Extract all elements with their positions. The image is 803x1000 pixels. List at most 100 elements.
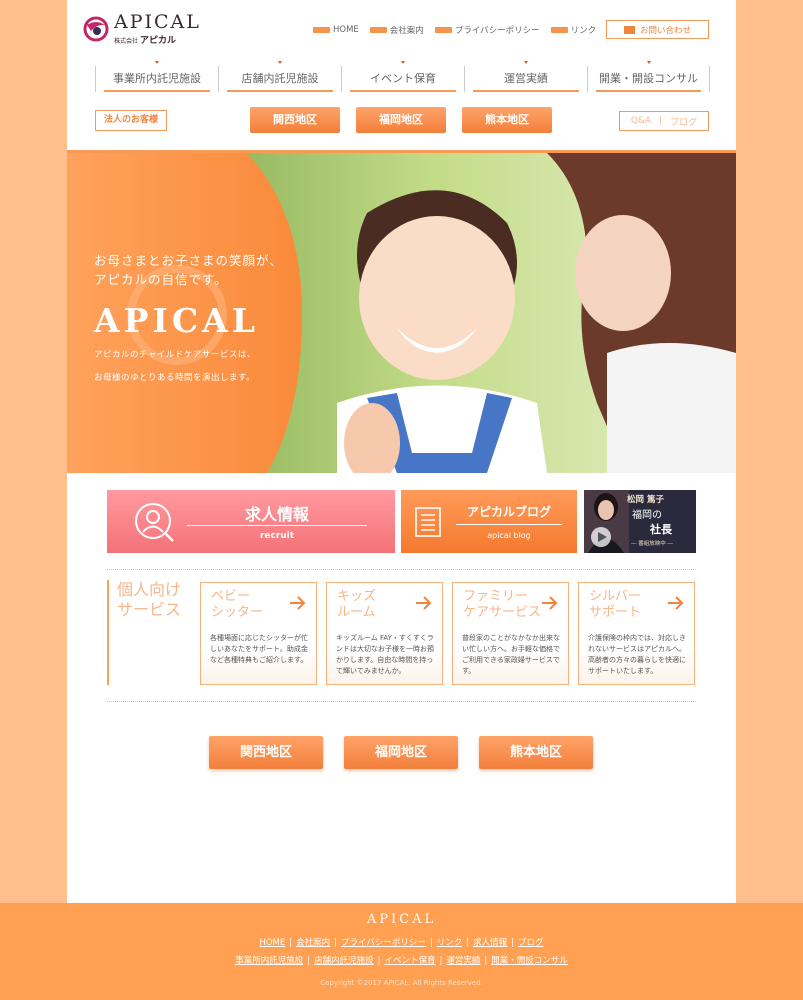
service-card-kids-room[interactable]: キッズ ルーム キッズルーム FAY・すくすくランドは大切なお子様を一時お預かり… [326, 582, 443, 685]
document-icon [415, 507, 441, 537]
footer-link-results[interactable]: 運営実績 [446, 956, 480, 966]
top-nav-label: 会社案内 [389, 26, 424, 36]
footer-link-blog[interactable]: ブログ [518, 938, 544, 948]
footer-link-consulting[interactable]: 開業・開設コンサル [491, 956, 568, 966]
arrow-right-icon [542, 596, 558, 610]
separator: | [466, 938, 470, 948]
top-nav-links[interactable]: リンク [550, 24, 596, 36]
separator: | [289, 938, 293, 948]
logo-mark-icon [83, 16, 109, 42]
separator: | [307, 956, 311, 966]
footer-link-company[interactable]: 会社案内 [296, 938, 330, 948]
blog-link[interactable]: ブログ [670, 115, 697, 128]
arrow-right-icon [290, 596, 306, 610]
presenter-name: 松岡 篤子 [627, 495, 664, 505]
qa-link[interactable]: Q&A [631, 116, 651, 126]
service-card-title: ベビー シッター [211, 589, 264, 620]
separator: | [511, 938, 515, 948]
service-card-body: キッズルーム FAY・すくすくランドは大切なお子様を一時お預かりします。自由な時… [336, 634, 434, 675]
separator: | [429, 938, 433, 948]
logo-subtitle: 株式会社 アピカル [114, 33, 176, 46]
tv-program-banner[interactable]: 松岡 篤子 福岡の 社長 ― 番組放映中 ― [584, 490, 696, 553]
hero-description-2: お母様のゆとりある時間を演出します。 [94, 373, 256, 383]
footer-link-office-daycare[interactable]: 事業所内託児施設 [235, 956, 303, 966]
main-nav-item-consulting[interactable]: 開業・開設コンサル [587, 61, 710, 92]
main-nav-label: 店舗内託児施設 [241, 72, 319, 85]
separator: | [377, 956, 381, 966]
top-nav-privacy[interactable]: プライバシーポリシー [434, 24, 540, 36]
footer-link-links[interactable]: リンク [437, 938, 463, 948]
dotted-divider [107, 701, 696, 702]
main-nav-label: 開業・開設コンサル [599, 72, 698, 85]
logo-sub-name: アピカル [139, 36, 176, 46]
separator: | [334, 938, 338, 948]
region-button-kumamoto[interactable]: 熊本地区 [462, 107, 552, 133]
copyright: Copyright ©2017 APICAL. All Rights Reser… [320, 979, 483, 987]
nav-marker-icon [434, 27, 452, 33]
footer-link-home[interactable]: HOME [259, 938, 285, 948]
footer-links-row-1: HOME | 会社案内 | プライバシーポリシー | リンク | 求人情報 | ブログ [0, 936, 803, 948]
mail-icon [623, 25, 635, 34]
nav-arrow-icon [278, 61, 282, 64]
arrow-right-icon [668, 596, 684, 610]
service-card-body: 介護保険の枠内では、対応しきれないサービスはアピカルへ。高齢者の方々の暮らしを快… [588, 634, 686, 675]
service-card-silver-support[interactable]: シルバー サポート 介護保険の枠内では、対応しきれないサービスはアピカルへ。高齢… [578, 582, 695, 685]
arrow-right-icon [416, 596, 432, 610]
region-button-kansai-large[interactable]: 関西地区 [209, 736, 323, 769]
main-nav-item-results[interactable]: 運営実績 [464, 61, 587, 92]
top-nav-home[interactable]: HOME [313, 24, 359, 36]
main-nav-item-store-daycare[interactable]: 店舗内託児施設 [218, 61, 341, 92]
service-card-title: ファミリー ケアサービス [463, 589, 542, 620]
blog-divider [456, 524, 562, 525]
service-card-title: キッズ ルーム [337, 589, 377, 620]
top-nav-company[interactable]: 会社案内 [369, 24, 424, 36]
footer-link-store-daycare[interactable]: 店舗内託児施設 [314, 956, 374, 966]
nav-marker-icon [369, 27, 387, 33]
top-nav-label: HOME [333, 25, 359, 35]
footer-links-row-2: 事業所内託児施設 | 店舗内託児施設 | イベント保育 | 運営実績 | 開業・開設コンサル [0, 954, 803, 966]
logo-brand: APICAL [114, 11, 201, 33]
corporate-button[interactable]: 法人のお客様 [95, 110, 167, 131]
recruit-title: 求人情報 [244, 505, 309, 524]
contact-button[interactable]: お問い合わせ [606, 20, 709, 39]
recruit-subtitle: recruit [259, 531, 295, 541]
recruit-divider [187, 525, 367, 526]
nav-arrow-icon [155, 61, 159, 64]
region-button-kumamoto-large[interactable]: 熊本地区 [479, 736, 593, 769]
hero-description-1: アピカルのチャイルドケアサービスは、 [94, 350, 256, 360]
service-card-family-care[interactable]: ファミリー ケアサービス 普段家のことがなかなか出来ない忙しい方へ。お手軽な価格… [452, 582, 569, 685]
logo[interactable]: APICAL 株式会社 アピカル [83, 11, 203, 46]
hero-banner: お母さまとお子さまの笑顔が、 アピカルの自信です。 APICAL アピカルのチャ… [67, 153, 736, 473]
logo-sub-prefix: 株式会社 [114, 38, 139, 45]
recruit-person-icon [135, 503, 174, 542]
blog-title: アピカルブログ [466, 505, 551, 519]
footer-link-event-care[interactable]: イベント保育 [384, 956, 435, 966]
region-button-fukuoka-large[interactable]: 福岡地区 [344, 736, 458, 769]
qa-blog-links: Q&A | ブログ [619, 111, 709, 131]
dotted-divider [107, 569, 696, 570]
services-heading-line-1: 個人向け [117, 580, 182, 599]
page-container: APICAL 株式会社 アピカル HOME 会社案内 プライバシーポリシー リン… [67, 0, 736, 903]
hero-text: お母さまとお子さまの笑顔が、 アピカルの自信です。 APICAL アピカルのチャ… [94, 251, 283, 386]
recruit-banner[interactable]: 求人情報 recruit [107, 490, 395, 553]
main-nav-item-event-care[interactable]: イベント保育 [341, 61, 464, 92]
separator: | [659, 116, 663, 126]
nav-arrow-icon [646, 61, 651, 64]
separator: | [484, 956, 488, 966]
service-card-title: シルバー サポート [589, 589, 642, 620]
footer-link-recruit[interactable]: 求人情報 [473, 938, 507, 948]
separator: | [439, 956, 443, 966]
main-nav-label: 運営実績 [504, 72, 548, 85]
main-nav-item-office-daycare[interactable]: 事業所内託児施設 [95, 61, 218, 92]
region-button-kansai[interactable]: 関西地区 [250, 107, 340, 133]
service-card-babysitter[interactable]: ベビー シッター 各種場面に応じたシッターが忙しいあなたをサポート。助成金など各… [200, 582, 317, 685]
personal-services-heading: 個人向け サービス [107, 580, 193, 685]
blog-banner[interactable]: アピカルブログ apical blog [401, 490, 577, 553]
nav-marker-icon [313, 27, 330, 33]
blog-subtitle: apical blog [487, 531, 531, 540]
region-button-fukuoka[interactable]: 福岡地区 [356, 107, 446, 133]
footer-link-privacy[interactable]: プライバシーポリシー [341, 938, 426, 948]
nav-arrow-icon [524, 61, 528, 64]
main-nav: 事業所内託児施設 店舗内託児施設 イベント保育 運営実績 開業・開設コンサル [95, 61, 711, 92]
nav-arrow-icon [401, 61, 405, 64]
